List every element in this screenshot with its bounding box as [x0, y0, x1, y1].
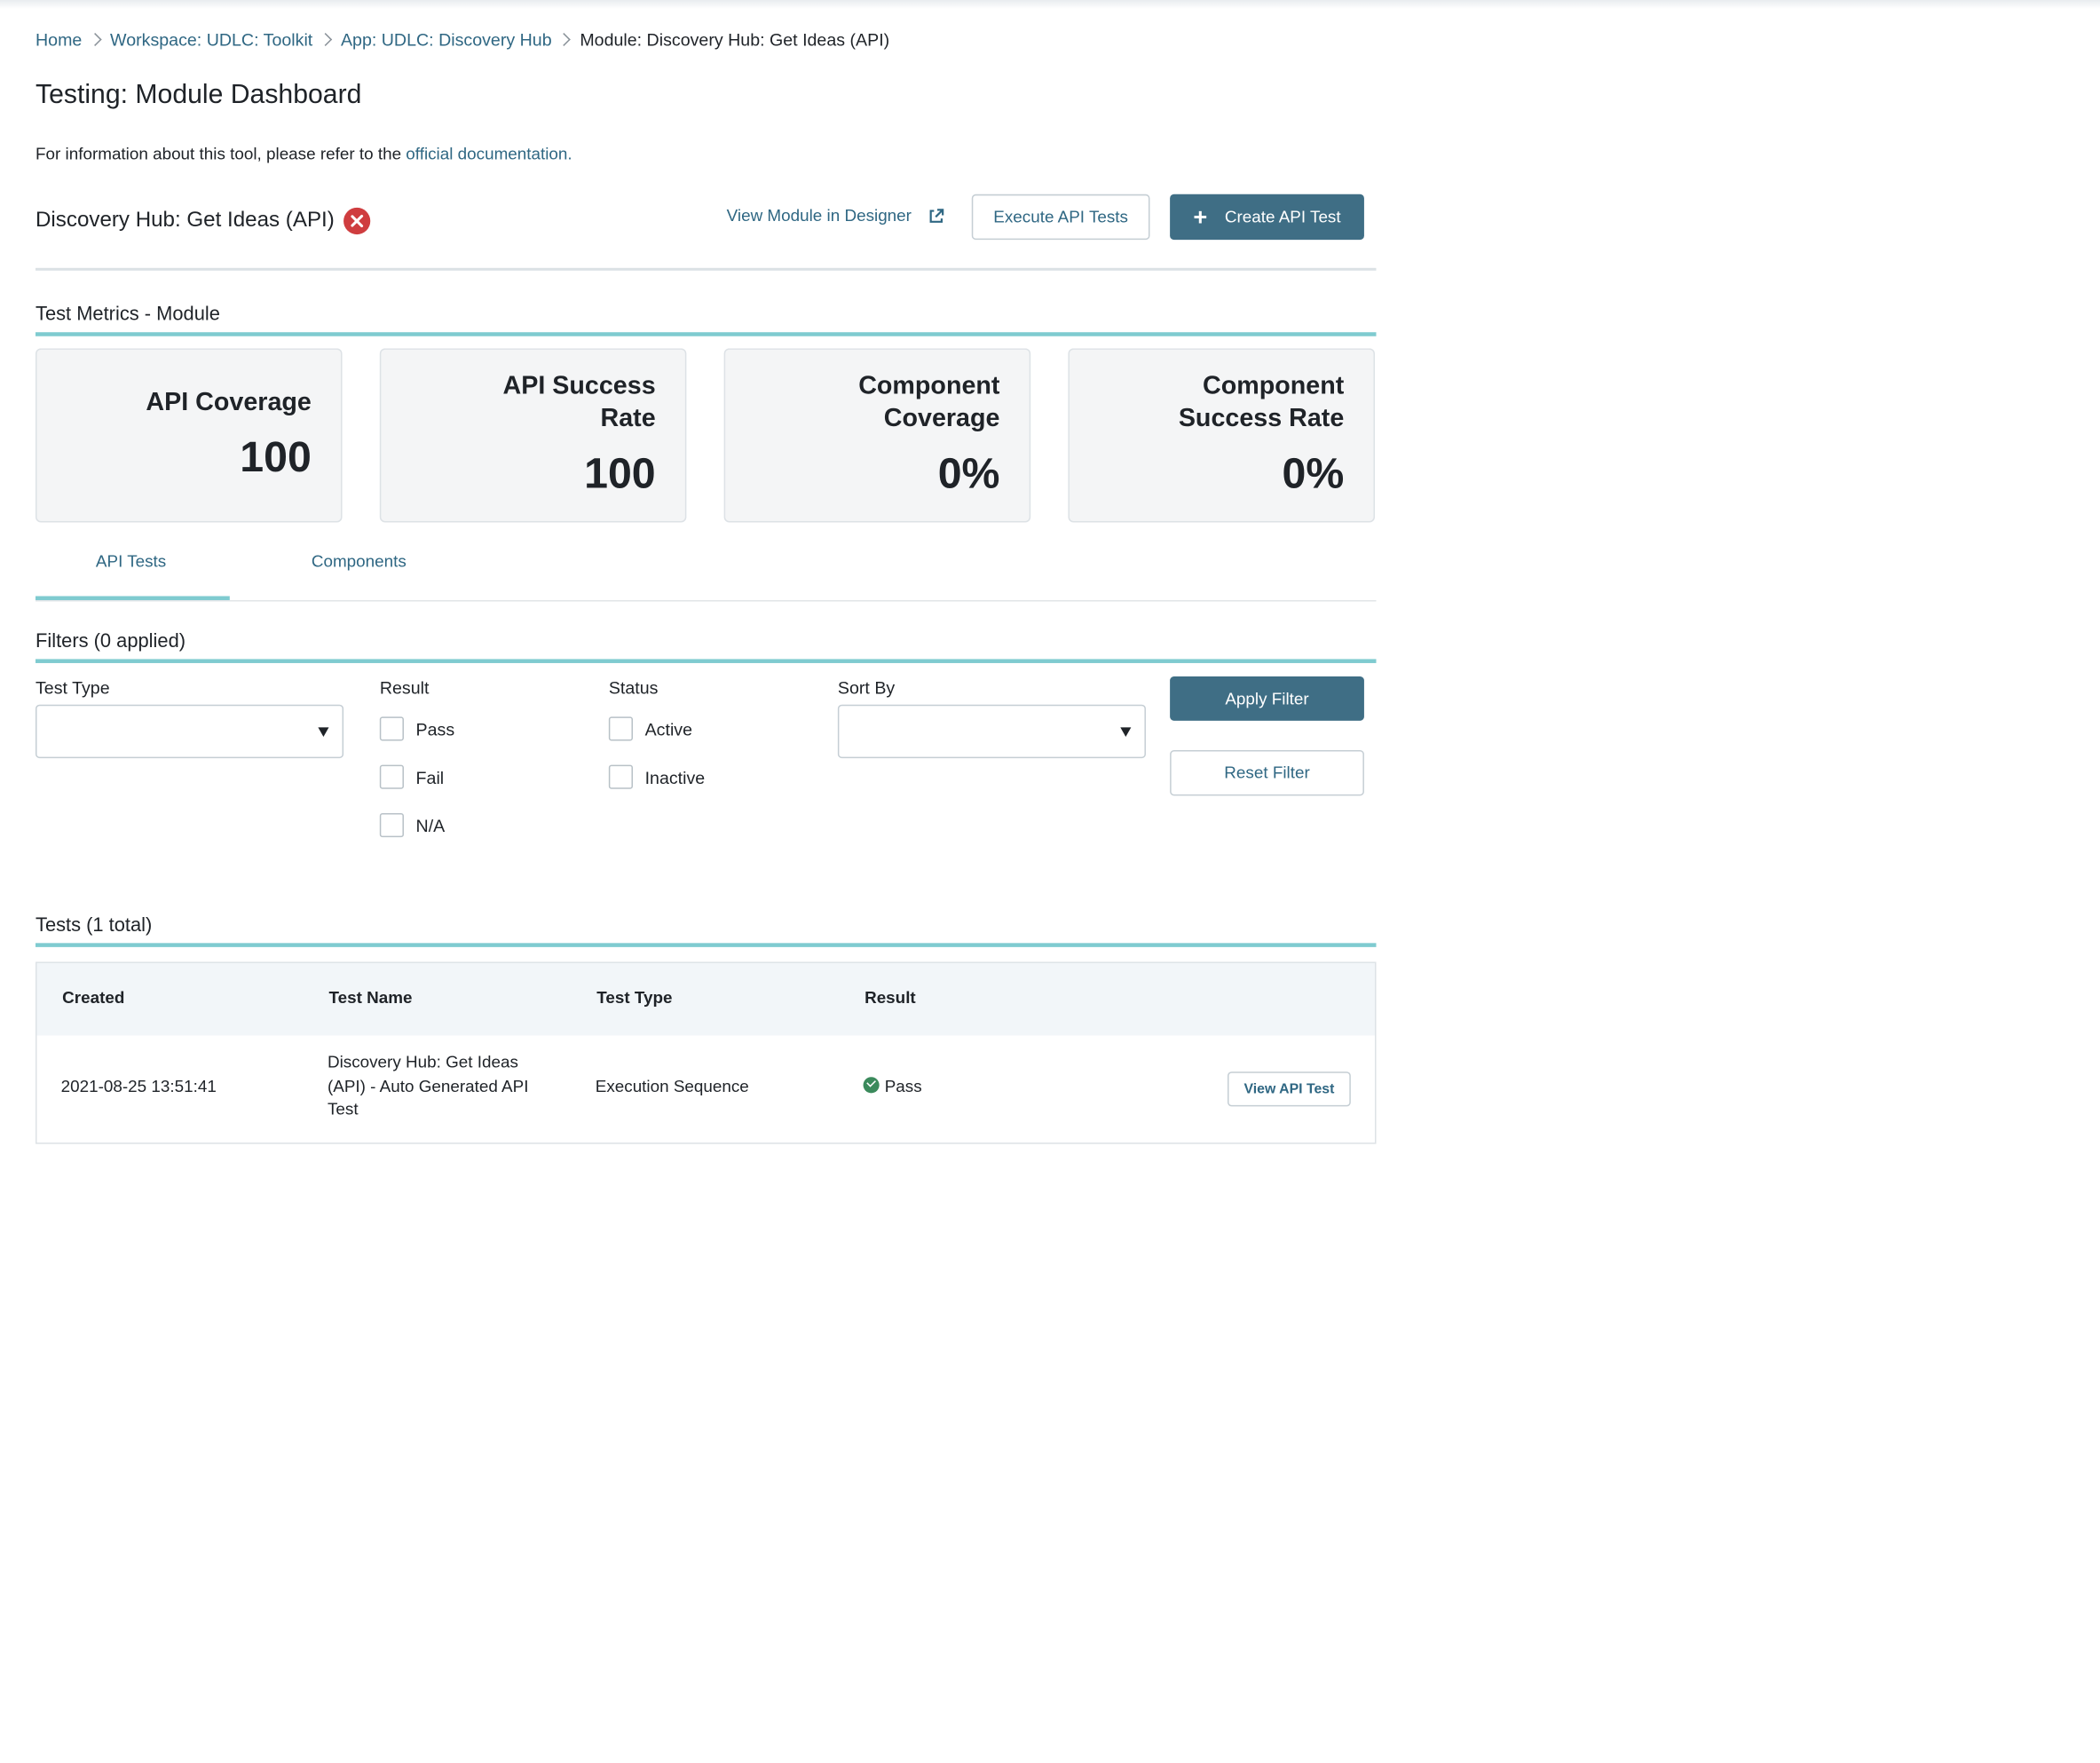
- info-text: For information about this tool, please …: [36, 145, 572, 163]
- page: Home Workspace: UDLC: Toolkit App: UDLC:…: [0, 0, 2100, 1763]
- pass-checkbox[interactable]: [379, 716, 404, 741]
- test-name-line: (API) - Auto Generated API: [327, 1077, 529, 1096]
- external-link-icon: [929, 208, 944, 223]
- top-shadow: [0, 0, 2100, 9]
- tabs-rule: [36, 600, 1377, 602]
- breadcrumb-current: Module: Discovery Hub: Get Ideas (API): [580, 29, 890, 50]
- view-api-test-button[interactable]: View API Test: [1228, 1071, 1351, 1107]
- metric-value: 100: [584, 448, 656, 497]
- tab-api-tests[interactable]: API Tests: [96, 552, 166, 571]
- result-pass-option[interactable]: Pass: [379, 716, 455, 741]
- metrics-rule: [36, 332, 1377, 336]
- result-fail-option[interactable]: Fail: [379, 764, 445, 789]
- check-circle-icon: [863, 1077, 880, 1094]
- result-value: Pass: [884, 1077, 922, 1096]
- na-option-label: N/A: [415, 815, 446, 835]
- page-title: Testing: Module Dashboard: [36, 80, 362, 110]
- result-cell: Pass: [863, 1076, 922, 1099]
- status-active-option[interactable]: Active: [608, 716, 693, 741]
- tests-rule: [36, 943, 1377, 947]
- caret-down-icon: [1120, 727, 1132, 737]
- metric-value: 0%: [937, 448, 1000, 497]
- chevron-right-icon: [88, 33, 102, 46]
- apply-filter-button[interactable]: Apply Filter: [1170, 676, 1364, 721]
- module-title: Discovery Hub: Get Ideas (API): [36, 207, 371, 235]
- execute-api-tests-button[interactable]: Execute API Tests: [971, 194, 1150, 241]
- breadcrumb-home[interactable]: Home: [36, 29, 82, 50]
- sort-by-select[interactable]: [837, 704, 1146, 759]
- tab-active-indicator: [36, 596, 230, 601]
- status-inactive-option[interactable]: Inactive: [608, 764, 706, 789]
- breadcrumb-workspace[interactable]: Workspace: UDLC: Toolkit: [110, 29, 312, 50]
- metric-label: Success Rate: [1178, 404, 1345, 433]
- column-header-test-name[interactable]: Test Name: [328, 989, 412, 1008]
- documentation-link[interactable]: official documentation.: [406, 145, 572, 163]
- fail-option-label: Fail: [415, 766, 445, 787]
- breadcrumb: Home Workspace: UDLC: Toolkit App: UDLC:…: [36, 29, 889, 50]
- metric-label: API Success: [502, 372, 656, 401]
- column-header-created[interactable]: Created: [62, 989, 124, 1008]
- result-na-option[interactable]: N/A: [379, 812, 446, 838]
- apply-filter-label: Apply Filter: [1225, 689, 1309, 708]
- breadcrumb-app[interactable]: App: UDLC: Discovery Hub: [341, 29, 552, 50]
- filters-title: Filters (0 applied): [36, 630, 186, 652]
- metric-value: 100: [240, 432, 312, 481]
- pass-option-label: Pass: [415, 718, 455, 739]
- create-api-test-label: Create API Test: [1224, 207, 1341, 227]
- tests-table: Created Test Name Test Type Result 2021-…: [36, 961, 1377, 1144]
- chevron-right-icon: [557, 33, 572, 46]
- metric-card-api-coverage: API Coverage 100: [36, 348, 343, 523]
- tests-title: Tests (1 total): [36, 914, 153, 937]
- active-option-label: Active: [644, 718, 693, 739]
- metric-label: Component: [858, 372, 1000, 401]
- metric-value: 0%: [1282, 448, 1345, 497]
- error-circle-icon: [343, 207, 371, 235]
- test-name-line: Discovery Hub: Get Ideas: [327, 1053, 518, 1072]
- tab-components[interactable]: Components: [312, 552, 407, 571]
- execute-api-tests-label: Execute API Tests: [993, 207, 1128, 227]
- metric-card-component-coverage: Component Coverage 0%: [723, 348, 1031, 523]
- reset-filter-label: Reset Filter: [1224, 763, 1310, 783]
- view-module-designer-link[interactable]: View Module in Designer: [727, 206, 945, 225]
- inactive-checkbox[interactable]: [608, 764, 634, 789]
- active-checkbox[interactable]: [608, 716, 634, 741]
- status-label: Status: [608, 677, 659, 699]
- fail-checkbox[interactable]: [379, 764, 404, 789]
- result-label: Result: [379, 677, 430, 699]
- sort-by-label: Sort By: [837, 677, 896, 699]
- module-name: Discovery Hub: Get Ideas (API): [36, 209, 335, 233]
- plus-icon: +: [1193, 203, 1208, 231]
- view-designer-label: View Module in Designer: [726, 206, 912, 225]
- caret-down-icon: [318, 727, 329, 737]
- metrics-title: Test Metrics - Module: [36, 304, 220, 326]
- filters-rule: [36, 659, 1377, 663]
- test-type-select[interactable]: [36, 704, 344, 759]
- created-cell: 2021-08-25 13:51:41: [60, 1077, 217, 1096]
- table-header: Created Test Name Test Type Result: [36, 962, 1375, 1036]
- create-api-test-button[interactable]: + Create API Test: [1170, 194, 1364, 241]
- info-text-body: For information about this tool, please …: [36, 144, 407, 164]
- metric-label: Coverage: [883, 404, 1000, 433]
- metric-label: Component: [1203, 372, 1345, 401]
- inactive-option-label: Inactive: [644, 766, 706, 787]
- metric-card-api-success-rate: API Success Rate 100: [379, 348, 687, 523]
- test-type-label: Test Type: [36, 677, 110, 699]
- metric-card-component-success-rate: Component Success Rate 0%: [1068, 348, 1375, 523]
- test-type-cell: Execution Sequence: [595, 1077, 749, 1096]
- na-checkbox[interactable]: [379, 812, 404, 838]
- view-api-test-label: View API Test: [1243, 1080, 1335, 1097]
- metric-label: API Coverage: [146, 388, 312, 417]
- column-header-result[interactable]: Result: [864, 989, 916, 1008]
- test-name-line: Test: [327, 1099, 359, 1119]
- reset-filter-button[interactable]: Reset Filter: [1170, 750, 1364, 796]
- column-header-test-type[interactable]: Test Type: [596, 989, 672, 1008]
- metric-label: Rate: [600, 404, 656, 433]
- chevron-right-icon: [319, 33, 333, 46]
- header-divider: [36, 267, 1377, 271]
